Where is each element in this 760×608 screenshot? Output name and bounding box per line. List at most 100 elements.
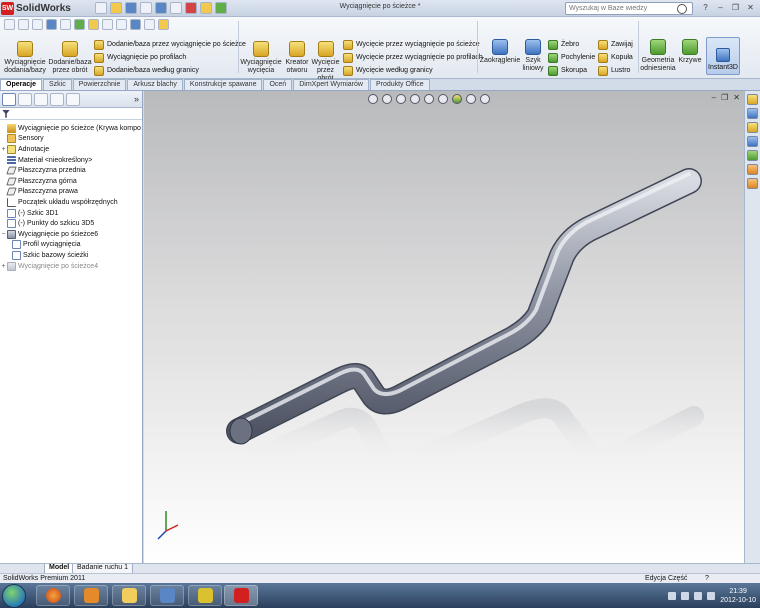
volume-icon[interactable] [707,591,716,600]
zoom-fit-icon[interactable] [4,19,15,30]
custom-properties-icon[interactable] [747,164,758,175]
explorer-taskbar-button[interactable] [112,585,146,606]
revolve-cut-button[interactable]: Wycięcie przez obrót [312,41,339,83]
swept-pipe-model[interactable] [144,91,744,563]
curves-button[interactable]: Krzywe [678,39,702,65]
fillet-button[interactable]: Zaokrąglenie [479,39,521,65]
tab-sketch[interactable]: Szkic [42,79,72,90]
tab-evaluate[interactable]: Oceń [263,79,293,90]
rebuild-icon[interactable] [185,2,197,14]
revolve-boss-button[interactable]: Dodanie/baza przez obrót [48,41,92,75]
collapse-icon[interactable]: − [0,231,7,238]
dome-button[interactable]: Kopuła [598,52,633,63]
configuration-manager-tab-icon[interactable] [34,92,48,106]
hide-show-icon[interactable] [88,19,99,30]
clock[interactable]: 21:39 2012-10-10 [720,587,756,605]
restore-icon[interactable]: ❐ [730,2,741,13]
section-view-icon[interactable] [46,19,57,30]
tab-sheet-metal[interactable]: Arkusz blachy [127,79,183,90]
tree-item-front-plane[interactable]: Płaszczyzna przednia [0,165,142,176]
open-folder-icon[interactable] [110,2,122,14]
wrap-button[interactable]: Zawijaj [598,39,633,50]
sweep-boss-button[interactable]: Dodanie/baza przez wyciągnięcie po ścież… [94,39,246,50]
view-settings-icon[interactable] [130,19,141,30]
search-icon[interactable] [677,3,687,14]
select-icon[interactable] [170,2,182,14]
boundary-boss-button[interactable]: Dodanie/baza według granicy [94,65,199,76]
print-icon[interactable] [140,2,152,14]
mirror-button[interactable]: Lustro [598,65,630,76]
hole-wizard-button[interactable]: Kreator otworu [283,41,311,75]
tab-operations[interactable]: Operacje [0,79,42,90]
tree-item-sweep6[interactable]: − Wyciągnięcie po ścieżce6 [0,229,142,240]
appearances-icon[interactable] [747,150,758,161]
expand-icon[interactable]: + [0,263,7,270]
boundary-cut-button[interactable]: Wycięcie według granicy [343,65,433,76]
tree-filter[interactable] [0,108,142,120]
shadows-icon[interactable] [144,19,155,30]
tree-item-annotations[interactable]: + Adnotacje [0,144,142,155]
search-box[interactable] [565,2,693,15]
tab-office-products[interactable]: Produkty Office [369,79,430,90]
media-player-taskbar-button[interactable] [74,585,108,606]
feature-tree-tab-icon[interactable] [2,92,16,106]
property-manager-tab-icon[interactable] [18,92,32,106]
shell-button[interactable]: Skorupa [548,65,587,76]
file-explorer-icon[interactable] [747,122,758,133]
view-palette-icon[interactable] [747,136,758,147]
undo-icon[interactable] [155,2,167,14]
linear-pattern-button[interactable]: Szyk liniowy [521,39,545,73]
sweep-cut-button[interactable]: Wycięcie przez wyciągnięcie po ścieżce [343,39,480,50]
view-orientation-icon[interactable] [60,19,71,30]
extrude-cut-button[interactable]: Wyciągnięcie wycięcia [240,41,282,75]
solidworks-logo[interactable]: SW SolidWorks [1,1,71,16]
resources-icon[interactable] [747,94,758,105]
save-icon[interactable] [125,2,137,14]
display-style-icon[interactable] [74,19,85,30]
tree-root[interactable]: Wyciągnięcie po ścieżce (Krywa kompo [0,123,142,134]
tree-item-sweep4[interactable]: + Wyciągnięcie po ścieżce4 [0,261,142,272]
firefox-taskbar-button[interactable] [36,585,70,606]
tree-item-material[interactable]: Materiał <nieokreślony> [0,155,142,166]
tool-taskbar-button[interactable] [188,585,222,606]
instant3d-button[interactable]: Instant3D [706,37,740,75]
tree-item-origin[interactable]: Początek układu współrzędnych [0,197,142,208]
network-icon[interactable] [694,591,703,600]
tree-item-sensors[interactable]: Sensory [0,134,142,145]
file-properties-icon[interactable] [200,2,212,14]
draft-button[interactable]: Pochylenie [548,52,595,63]
tab-surfaces[interactable]: Powierzchnie [72,79,127,90]
tray-icon[interactable] [668,591,677,600]
tab-dimxpert[interactable]: DimXpert Wymiarów [293,79,369,90]
status-help-icon[interactable]: ? [705,575,709,582]
graphics-area[interactable]: – ❐ ✕ [144,91,744,563]
extrude-boss-button[interactable]: Wyciągnięcie dodania/bazy [4,41,46,75]
new-document-icon[interactable] [95,2,107,14]
start-button-icon[interactable] [2,584,26,608]
filter-icon[interactable] [2,109,10,118]
tree-item-3d-sketch[interactable]: (-) Szkic 3D1 [0,208,142,219]
tree-item-right-plane[interactable]: Płaszczyzna prawa [0,187,142,198]
tree-item-sweep-path[interactable]: Szkic bazowy ścieżki [0,250,142,261]
design-library-icon[interactable] [747,108,758,119]
minimize-icon[interactable]: – [715,2,726,13]
close-icon[interactable]: ✕ [745,2,756,13]
loft-boss-button[interactable]: Wyciągnięcie po profilach [94,52,186,63]
realview-icon[interactable] [158,19,169,30]
help-icon[interactable]: ? [700,2,711,13]
search-input[interactable] [569,5,677,12]
forum-icon[interactable] [747,178,758,189]
previous-view-icon[interactable] [32,19,43,30]
reference-geometry-button[interactable]: Geometria odniesienia [640,39,676,73]
tree-item-sweep-profile[interactable]: Profil wyciągnięcia [0,240,142,251]
dimxpert-manager-tab-icon[interactable] [50,92,64,106]
document-taskbar-button[interactable] [150,585,184,606]
tab-weldments[interactable]: Konstrukcje spawane [183,79,263,90]
zoom-area-icon[interactable] [18,19,29,30]
tree-item-sketch-points[interactable]: (-) Punkty do szkicu 3D5 [0,218,142,229]
solidworks-taskbar-button[interactable] [224,585,258,606]
expand-panel-chevron-icon[interactable]: » [134,94,139,104]
tree-item-top-plane[interactable]: Płaszczyzna górna [0,176,142,187]
rib-button[interactable]: Żebro [548,39,579,50]
options-icon[interactable] [215,2,227,14]
